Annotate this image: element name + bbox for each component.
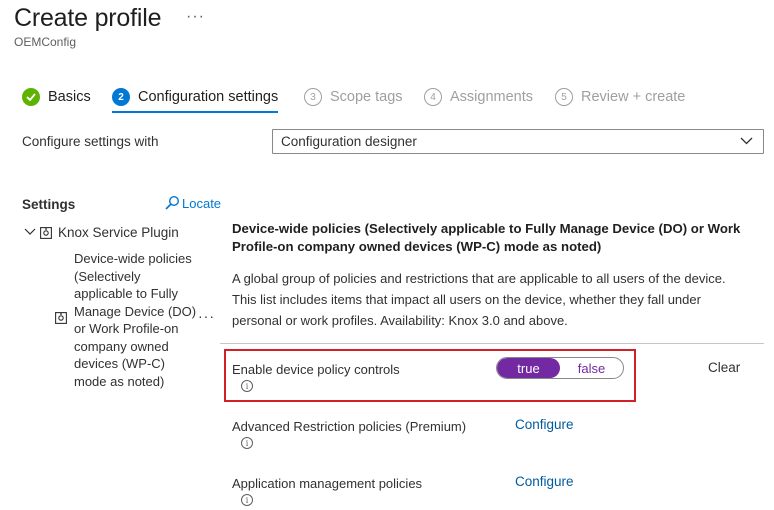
- step-scope-tags[interactable]: 3 Scope tags: [304, 86, 403, 108]
- more-options-button[interactable]: ···: [186, 8, 205, 26]
- section-description: A global group of policies and restricti…: [232, 271, 726, 328]
- step-review-create[interactable]: 5 Review + create: [555, 86, 685, 108]
- step-number-badge: 5: [555, 88, 573, 106]
- chevron-down-icon[interactable]: [24, 228, 36, 236]
- enable-device-policy-controls-toggle[interactable]: true false: [496, 357, 624, 379]
- step-number-badge: 4: [424, 88, 442, 106]
- tree-item-device-wide-policies[interactable]: Device-wide policies (Selectively applic…: [74, 250, 200, 390]
- configure-application-management-link[interactable]: Configure: [515, 474, 574, 489]
- dropdown-selected-value: Configuration designer: [281, 134, 417, 149]
- configure-with-dropdown[interactable]: Configuration designer: [272, 129, 764, 154]
- info-icon[interactable]: i: [241, 494, 253, 506]
- step-label: Scope tags: [330, 89, 403, 105]
- step-configuration-settings[interactable]: 2 Configuration settings: [112, 86, 278, 108]
- advanced-restriction-label: Advanced Restriction policies (Premium): [232, 419, 467, 434]
- info-icon[interactable]: i: [241, 380, 253, 392]
- locate-link[interactable]: Locate: [164, 195, 221, 211]
- section-title: Device-wide policies (Selectively applic…: [232, 221, 741, 254]
- page-subtitle: OEMConfig: [14, 35, 77, 49]
- clear-button[interactable]: Clear: [708, 360, 740, 375]
- step-label: Basics: [48, 89, 91, 105]
- page-title: Create profile: [14, 4, 162, 32]
- settings-group-icon: [55, 312, 67, 324]
- step-label: Assignments: [450, 89, 534, 105]
- enable-device-policy-controls-label: Enable device policy controls: [232, 362, 400, 377]
- current-step-underline: [112, 111, 278, 113]
- configure-advanced-restriction-link[interactable]: Configure: [515, 417, 574, 432]
- search-icon: [165, 195, 180, 210]
- step-assignments[interactable]: 4 Assignments: [424, 86, 533, 108]
- check-icon: [22, 88, 40, 106]
- settings-group-icon: [40, 227, 52, 239]
- settings-header: Settings: [22, 197, 76, 212]
- step-number-badge: 2: [112, 88, 130, 106]
- divider: [220, 343, 764, 344]
- chevron-down-icon: [740, 137, 753, 145]
- info-icon[interactable]: i: [241, 437, 253, 449]
- locate-label: Locate: [182, 195, 222, 211]
- step-basics[interactable]: Basics: [22, 86, 91, 108]
- application-management-label: Application management policies: [232, 476, 423, 491]
- toggle-true-option[interactable]: true: [497, 358, 560, 378]
- tree-item-knox-service-plugin[interactable]: Knox Service Plugin: [58, 225, 179, 240]
- step-label: Review + create: [581, 89, 686, 105]
- tree-item-more-button[interactable]: ···: [198, 308, 215, 324]
- step-number-badge: 3: [304, 88, 322, 106]
- configure-with-label: Configure settings with: [22, 134, 159, 149]
- step-label: Configuration settings: [138, 89, 279, 105]
- toggle-false-option[interactable]: false: [560, 358, 623, 378]
